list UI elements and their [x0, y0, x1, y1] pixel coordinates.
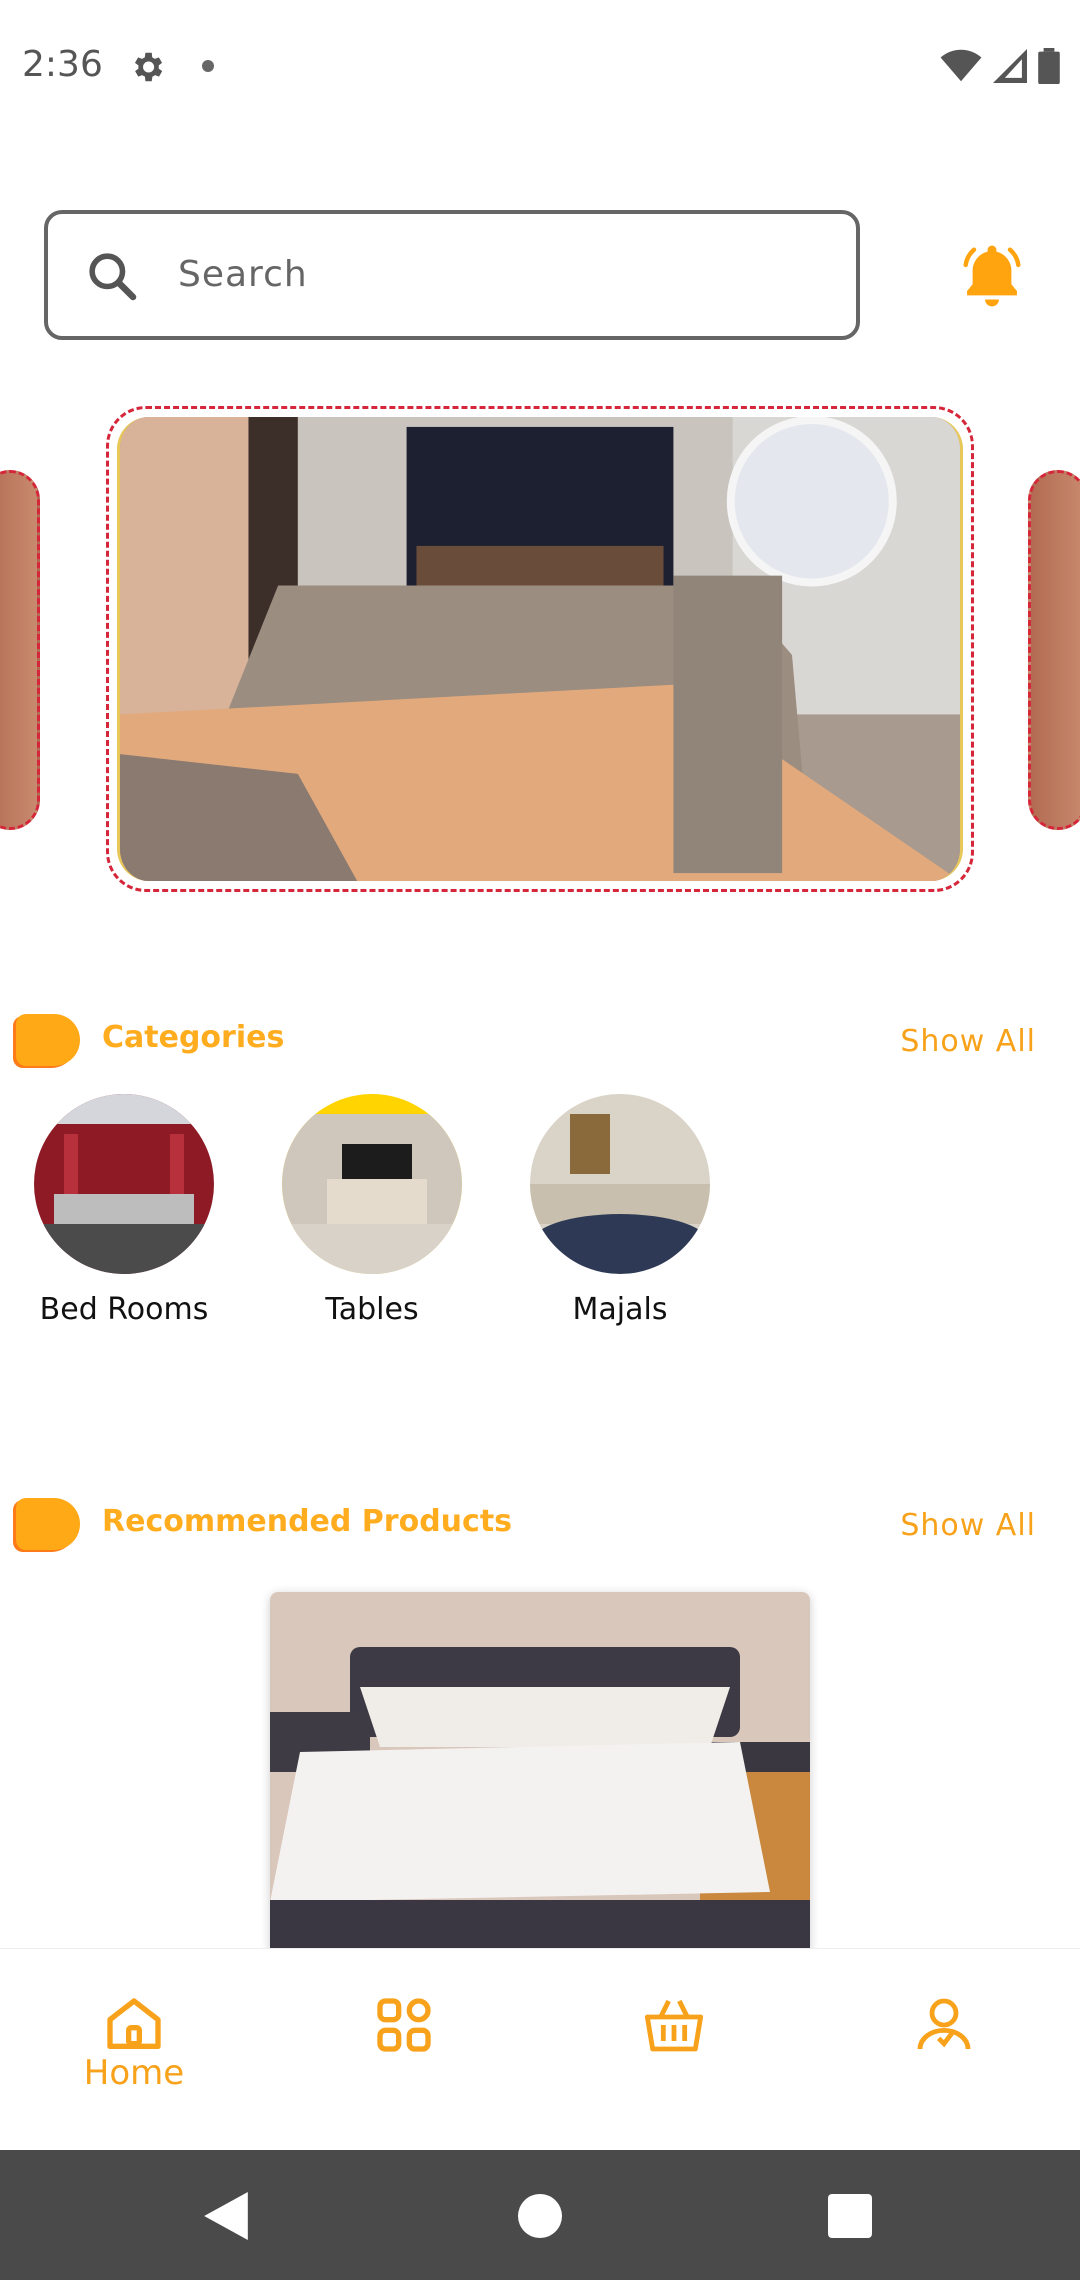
search-input[interactable] [178, 244, 818, 304]
recommended-title: Recommended Products [102, 1504, 513, 1539]
status-icons [940, 48, 1060, 84]
product-card[interactable] [270, 1592, 810, 1952]
basket-icon [644, 1999, 704, 2052]
category-item-tables[interactable]: Tables [262, 1094, 482, 1327]
notification-bell-icon[interactable] [958, 240, 1026, 312]
categories-title: Categories [102, 1020, 285, 1055]
category-image [282, 1094, 462, 1274]
nav-basket[interactable] [594, 1993, 754, 2057]
home-icon [107, 1998, 161, 2049]
categories-list: Bed Rooms Tables Majals [0, 1094, 1080, 1344]
section-badge-icon [16, 1498, 80, 1550]
carousel-next-slide[interactable] [1028, 470, 1080, 830]
banner-image [117, 417, 963, 881]
category-item-bed-rooms[interactable]: Bed Rooms [14, 1094, 234, 1327]
status-bar: 2:36 [0, 0, 1080, 132]
nav-home-label: Home [83, 2053, 185, 2093]
categories-show-all-link[interactable]: Show All [900, 1024, 1036, 1059]
carousel-prev-slide[interactable] [0, 470, 40, 830]
bottom-navigation: Home [0, 1948, 1080, 2150]
nav-categories[interactable] [324, 1993, 484, 2057]
settings-gear-icon [134, 52, 163, 82]
home-circle-icon[interactable] [518, 2194, 562, 2238]
category-label: Tables [325, 1292, 419, 1327]
nav-home[interactable]: Home [54, 1993, 214, 2093]
cell-signal-icon [993, 49, 1027, 83]
carousel-current-slide[interactable] [106, 406, 974, 892]
notification-dot-icon [202, 60, 214, 72]
categories-header: Categories Show All [14, 1010, 1066, 1070]
category-image [530, 1094, 710, 1274]
banner-carousel[interactable] [0, 400, 1080, 920]
grid-icon [377, 1998, 431, 2052]
wifi-icon [940, 49, 982, 82]
category-image [34, 1094, 214, 1274]
recent-apps-icon[interactable] [828, 2194, 872, 2238]
battery-icon [1038, 48, 1060, 84]
category-label: Majals [572, 1292, 668, 1327]
user-icon [917, 1998, 971, 2050]
status-time: 2:36 [22, 44, 103, 85]
search-icon [89, 253, 137, 301]
product-image [270, 1592, 810, 1952]
section-badge-icon [16, 1014, 80, 1066]
search-box[interactable] [44, 210, 860, 340]
category-item-majals[interactable]: Majals [510, 1094, 730, 1327]
recommended-show-all-link[interactable]: Show All [900, 1508, 1036, 1543]
system-navigation-bar [0, 2150, 1080, 2280]
back-icon[interactable] [204, 2192, 248, 2240]
category-label: Bed Rooms [39, 1292, 209, 1327]
nav-profile[interactable] [864, 1993, 1024, 2057]
recommended-header: Recommended Products Show All [14, 1494, 1066, 1554]
